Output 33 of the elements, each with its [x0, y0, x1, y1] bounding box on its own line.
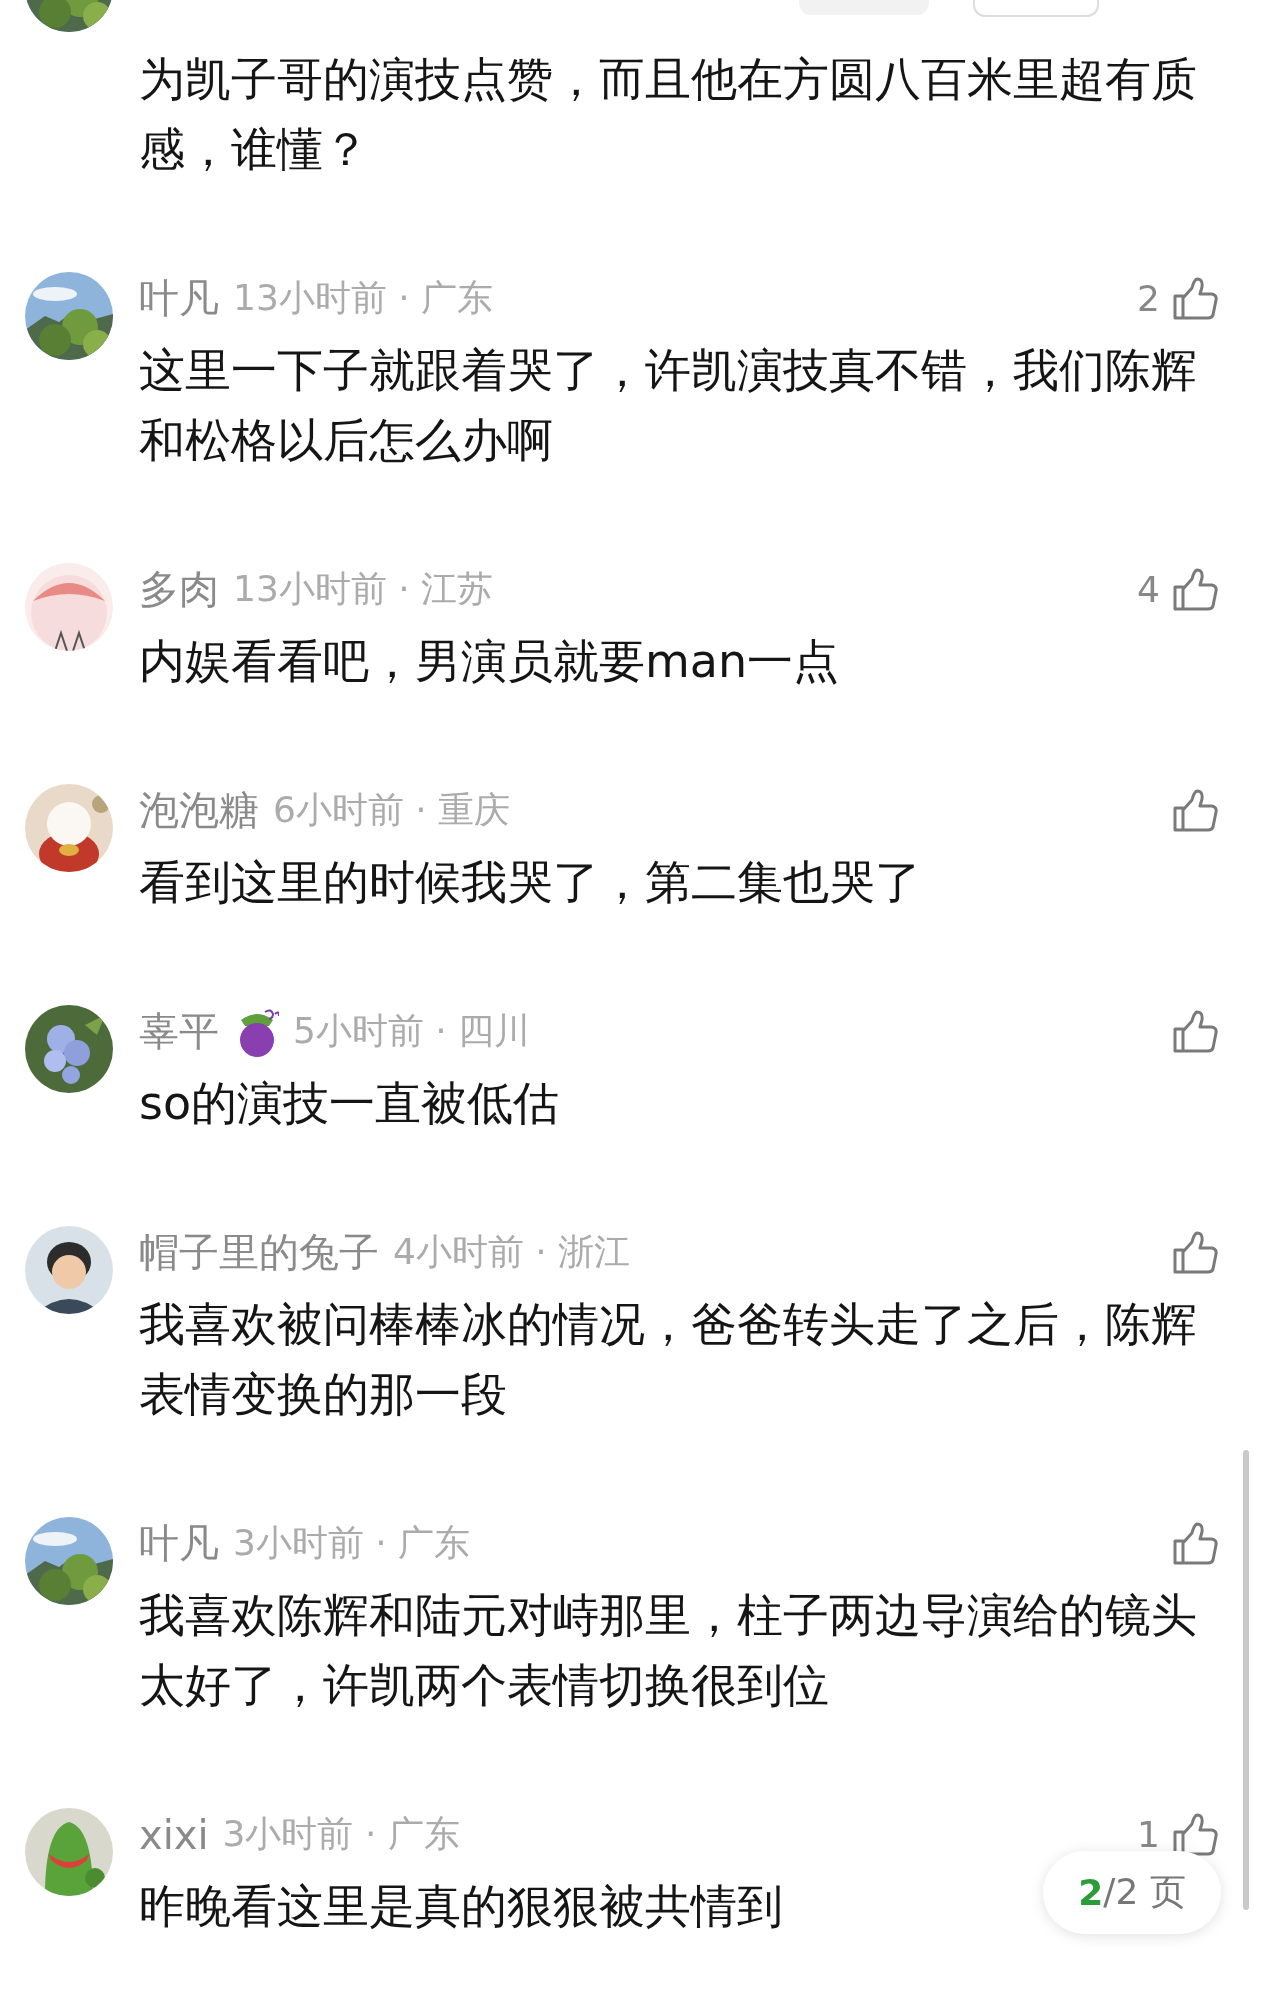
time-location: 6小时前 · 重庆: [273, 788, 511, 832]
user-name[interactable]: 叶凡: [139, 1516, 219, 1571]
comment-text: 我喜欢陈辉和陆元对峙那里，柱子两边导演给的镜头太好了，许凯两个表情切换很到位: [139, 1587, 1198, 1714]
thumbs-up-icon[interactable]: [1172, 1009, 1218, 1054]
time-location: 5小时前 · 四川: [293, 1009, 531, 1053]
time-location: 4小时前 · 浙江: [393, 1230, 631, 1274]
user-name[interactable]: 泡泡糖: [139, 783, 259, 838]
comment-text: 内娱看看吧，男演员就要man一点: [139, 633, 840, 690]
thumbs-up-icon[interactable]: [1172, 1812, 1218, 1857]
time-location: 3小时前 · 广东: [222, 1812, 460, 1856]
user-name[interactable]: 帽子里的兔子: [139, 1225, 379, 1280]
thumbs-up-icon[interactable]: [1172, 276, 1218, 321]
like-count: 2: [1137, 278, 1160, 319]
thumbs-up-icon[interactable]: [1172, 1230, 1218, 1275]
like-count: 4: [1137, 569, 1160, 610]
time-location: 13小时前 · 广东: [233, 276, 494, 320]
user-name[interactable]: xixi: [139, 1811, 209, 1858]
time-location: 3小时前 · 广东: [233, 1521, 471, 1565]
thumbs-up-icon[interactable]: [1172, 788, 1218, 833]
page-indicator[interactable]: 2/2 页: [1043, 1851, 1221, 1934]
comment-text: 昨晚看这里是真的狠狠被共情到: [139, 1878, 783, 1935]
user-name[interactable]: 叶凡: [139, 271, 219, 326]
comment-text: 我喜欢被问棒棒冰的情况，爸爸转头走了之后，陈辉表情变换的那一段: [139, 1296, 1198, 1423]
thumbs-up-icon[interactable]: [1172, 567, 1218, 612]
scrollbar[interactable]: [1243, 1450, 1249, 1910]
comment-text: so的演技一直被低估: [139, 1075, 560, 1132]
user-name[interactable]: 多肉: [139, 562, 219, 617]
comment-text: 看到这里的时候我哭了，第二集也哭了: [139, 854, 921, 911]
thumbs-up-icon[interactable]: [1172, 1521, 1218, 1566]
comment-text: 这里一下子就跟着哭了，许凯演技真不错，我们陈辉和松格以后怎么办啊: [139, 342, 1198, 469]
comment-text: 为凯子哥的演技点赞，而且他在方圆八百米里超有质感，谁懂？: [139, 51, 1198, 178]
user-name[interactable]: 辜平: [139, 1004, 219, 1059]
time-location: 13小时前 · 江苏: [233, 567, 494, 611]
